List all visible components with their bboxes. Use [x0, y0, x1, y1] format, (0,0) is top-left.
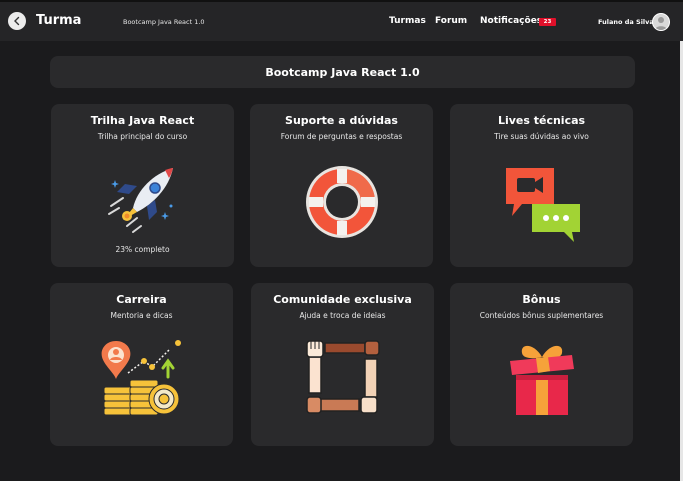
career-growth-icon: [101, 340, 181, 416]
card-subtitle: Mentoria e dicas: [110, 311, 173, 320]
chevron-left-icon: [14, 16, 20, 26]
nav-forum[interactable]: Forum: [435, 16, 467, 26]
card-title: Lives técnicas: [497, 114, 586, 127]
card-title: Bônus: [522, 293, 561, 306]
card-bonus[interactable]: Bônus Conteúdos bônus suplementares: [450, 283, 633, 446]
user-name[interactable]: Fulano da Silva: [598, 18, 654, 26]
nav-notificacoes[interactable]: Notificações: [480, 16, 542, 26]
gift-icon: [509, 345, 574, 415]
card-trilha[interactable]: Trilha Java React Trilha principal do cu…: [51, 104, 234, 267]
avatar[interactable]: [652, 13, 670, 31]
banner-title: Bootcamp Java React 1.0: [265, 65, 420, 79]
card-subtitle: Ajuda e troca de ideias: [299, 311, 386, 320]
page-title: Turma: [36, 13, 82, 28]
course-breadcrumb: Bootcamp Java React 1.0: [123, 18, 205, 26]
community-hands-icon: [305, 340, 380, 414]
notification-badge: 23: [539, 18, 556, 26]
nav-turmas[interactable]: Turmas: [389, 16, 426, 26]
card-subtitle: Conteúdos bônus suplementares: [479, 311, 604, 320]
top-bar: Turma Bootcamp Java React 1.0 Turmas For…: [0, 0, 683, 41]
back-button[interactable]: [8, 12, 26, 30]
lifebuoy-icon: [305, 166, 378, 238]
card-title: Trilha Java React: [90, 114, 195, 127]
card-title: Carreira: [116, 293, 167, 306]
video-chat-icon: [505, 168, 580, 242]
card-subtitle: Tire suas dúvidas ao vivo: [494, 132, 589, 141]
card-title: Suporte a dúvidas: [285, 114, 398, 127]
card-suporte[interactable]: Suporte a dúvidas Forum de perguntas e r…: [250, 104, 433, 267]
card-title: Comunidade exclusiva: [273, 293, 412, 306]
card-subtitle: Forum de perguntas e respostas: [280, 132, 403, 141]
card-carreira[interactable]: Carreira Mentoria e dicas: [50, 283, 233, 446]
card-comunidade[interactable]: Comunidade exclusiva Ajuda e troca de id…: [251, 283, 434, 446]
card-lives[interactable]: Lives técnicas Tire suas dúvidas ao vivo: [450, 104, 633, 267]
progress-text: 23% completo: [115, 245, 170, 254]
user-avatar-icon: [655, 17, 667, 30]
course-banner: Bootcamp Java React 1.0: [50, 56, 635, 88]
rocket-icon: [107, 168, 173, 233]
card-subtitle: Trilha principal do curso: [97, 132, 188, 141]
